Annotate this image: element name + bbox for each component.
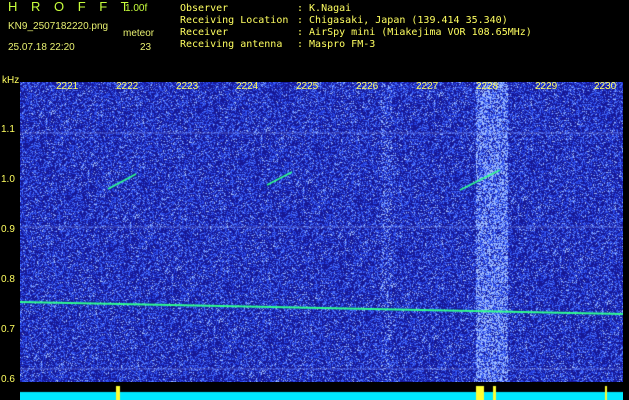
timestamp-label: 25.07.18 22:20 (8, 42, 75, 53)
y-tick-label: 0.9 (1, 224, 15, 235)
y-tick-label: 1.1 (1, 124, 15, 135)
mode-label: meteor (123, 28, 155, 39)
signal-level-bar (20, 384, 623, 400)
receiver-key: Receiver (180, 27, 229, 38)
x-tick-label: 2226 (356, 81, 379, 92)
observer-key: Observer (180, 3, 229, 14)
y-tick-label: 0.8 (1, 274, 15, 285)
x-tick-label: 2224 (236, 81, 259, 92)
y-tick-label: 1.0 (1, 174, 15, 185)
version-label: 1.00f (125, 3, 148, 14)
spectrogram-panel (20, 82, 623, 382)
antenna-value: : Maspro FM-3 (297, 39, 376, 50)
antenna-key: Receiving antenna (180, 39, 283, 50)
app-title: H R O F F T (8, 0, 134, 14)
x-tick-label: 2221 (56, 81, 79, 92)
y-tick-label: 0.6 (1, 374, 15, 385)
y-axis-unit: kHz (2, 75, 20, 86)
y-tick-label: 0.7 (1, 324, 15, 335)
x-tick-label: 2228 (476, 81, 499, 92)
receiver-value: : AirSpy mini (Miakejima VOR 108.65MHz) (297, 27, 532, 38)
x-tick-label: 2222 (116, 81, 139, 92)
location-key: Receiving Location (180, 15, 289, 26)
spectrogram-canvas (20, 82, 623, 382)
location-value: : Chigasaki, Japan (139.414 35.340) (297, 15, 508, 26)
x-tick-label: 2223 (176, 81, 199, 92)
x-tick-label: 2227 (416, 81, 439, 92)
x-tick-label: 2225 (296, 81, 319, 92)
detection-count: 23 (140, 42, 152, 53)
x-tick-label: 2230 (594, 81, 617, 92)
x-tick-label: 2229 (535, 81, 558, 92)
filename-label: KN9_2507182220.png (8, 21, 109, 32)
observer-value: : K.Nagai (297, 3, 352, 14)
header-panel: H R O F F T 1.00f KN9_2507182220.png met… (0, 0, 629, 75)
